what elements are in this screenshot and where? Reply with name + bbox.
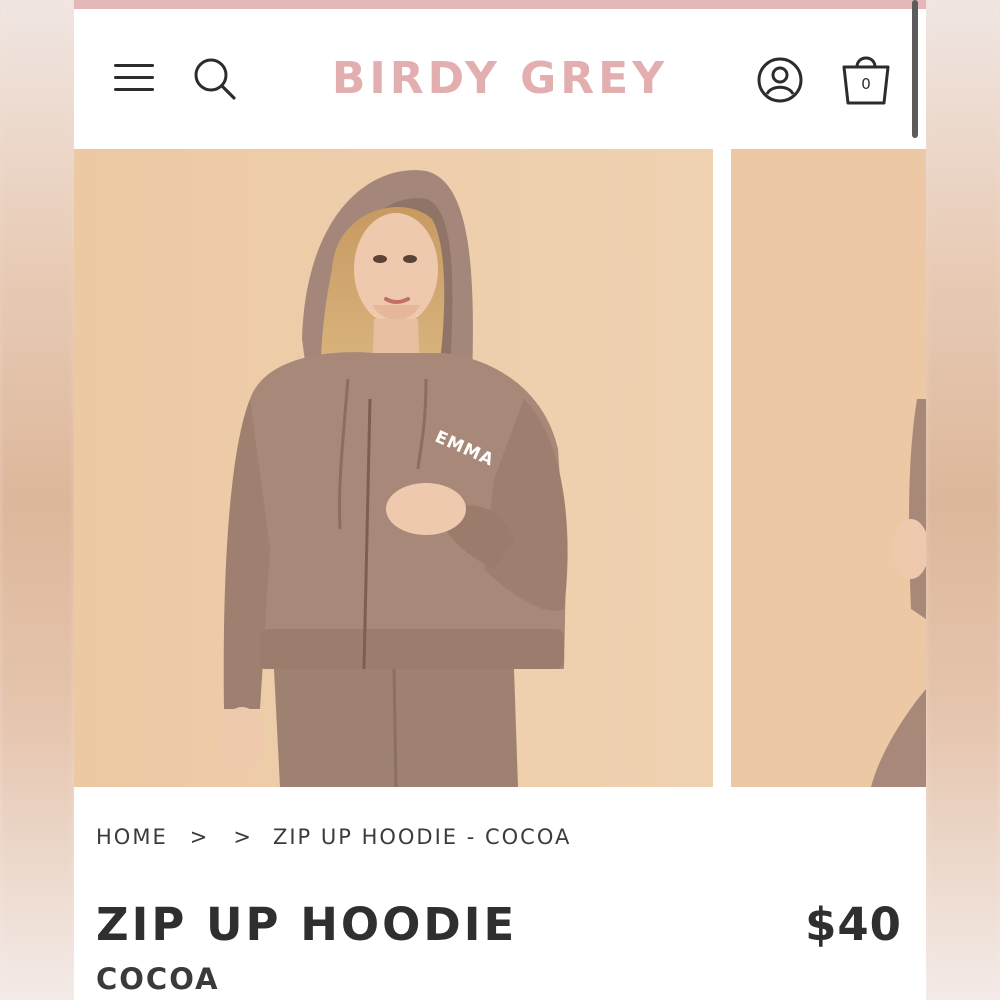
backdrop-right [926,0,1000,1000]
breadcrumb-separator: > [233,825,253,849]
site-header: BIRDY GREY 0 [74,9,926,149]
hamburger-menu-icon[interactable] [114,62,154,94]
backdrop-left [0,0,74,1000]
product-variant: COCOA [96,962,220,996]
breadcrumb-home-link[interactable]: HOME [96,825,168,849]
product-title: ZIP UP HOODIE [96,898,518,951]
breadcrumb-current: ZIP UP HOODIE - COCOA [272,825,572,849]
mobile-page: BIRDY GREY 0 EMMA HOME > > ZIP UP HOODIE… [74,0,926,1000]
brand-logo[interactable]: BIRDY GREY [314,53,686,105]
cart-count-badge: 0 [861,75,871,93]
scrollbar-thumb[interactable] [912,0,918,138]
product-image-gallery[interactable]: EMMA [74,149,926,787]
breadcrumb: HOME > > ZIP UP HOODIE - COCOA [96,825,571,849]
breadcrumb-separator: > [189,825,210,849]
gallery-slide-main[interactable]: EMMA [74,149,713,787]
product-price: $40 [805,898,902,951]
product-photo [74,149,713,787]
shopping-bag-button[interactable]: 0 [840,49,892,107]
announcement-strip [74,0,926,9]
search-icon[interactable] [192,56,238,102]
gallery-slide-next[interactable] [731,149,926,787]
user-account-icon[interactable] [756,56,804,104]
product-photo-next [731,149,926,787]
